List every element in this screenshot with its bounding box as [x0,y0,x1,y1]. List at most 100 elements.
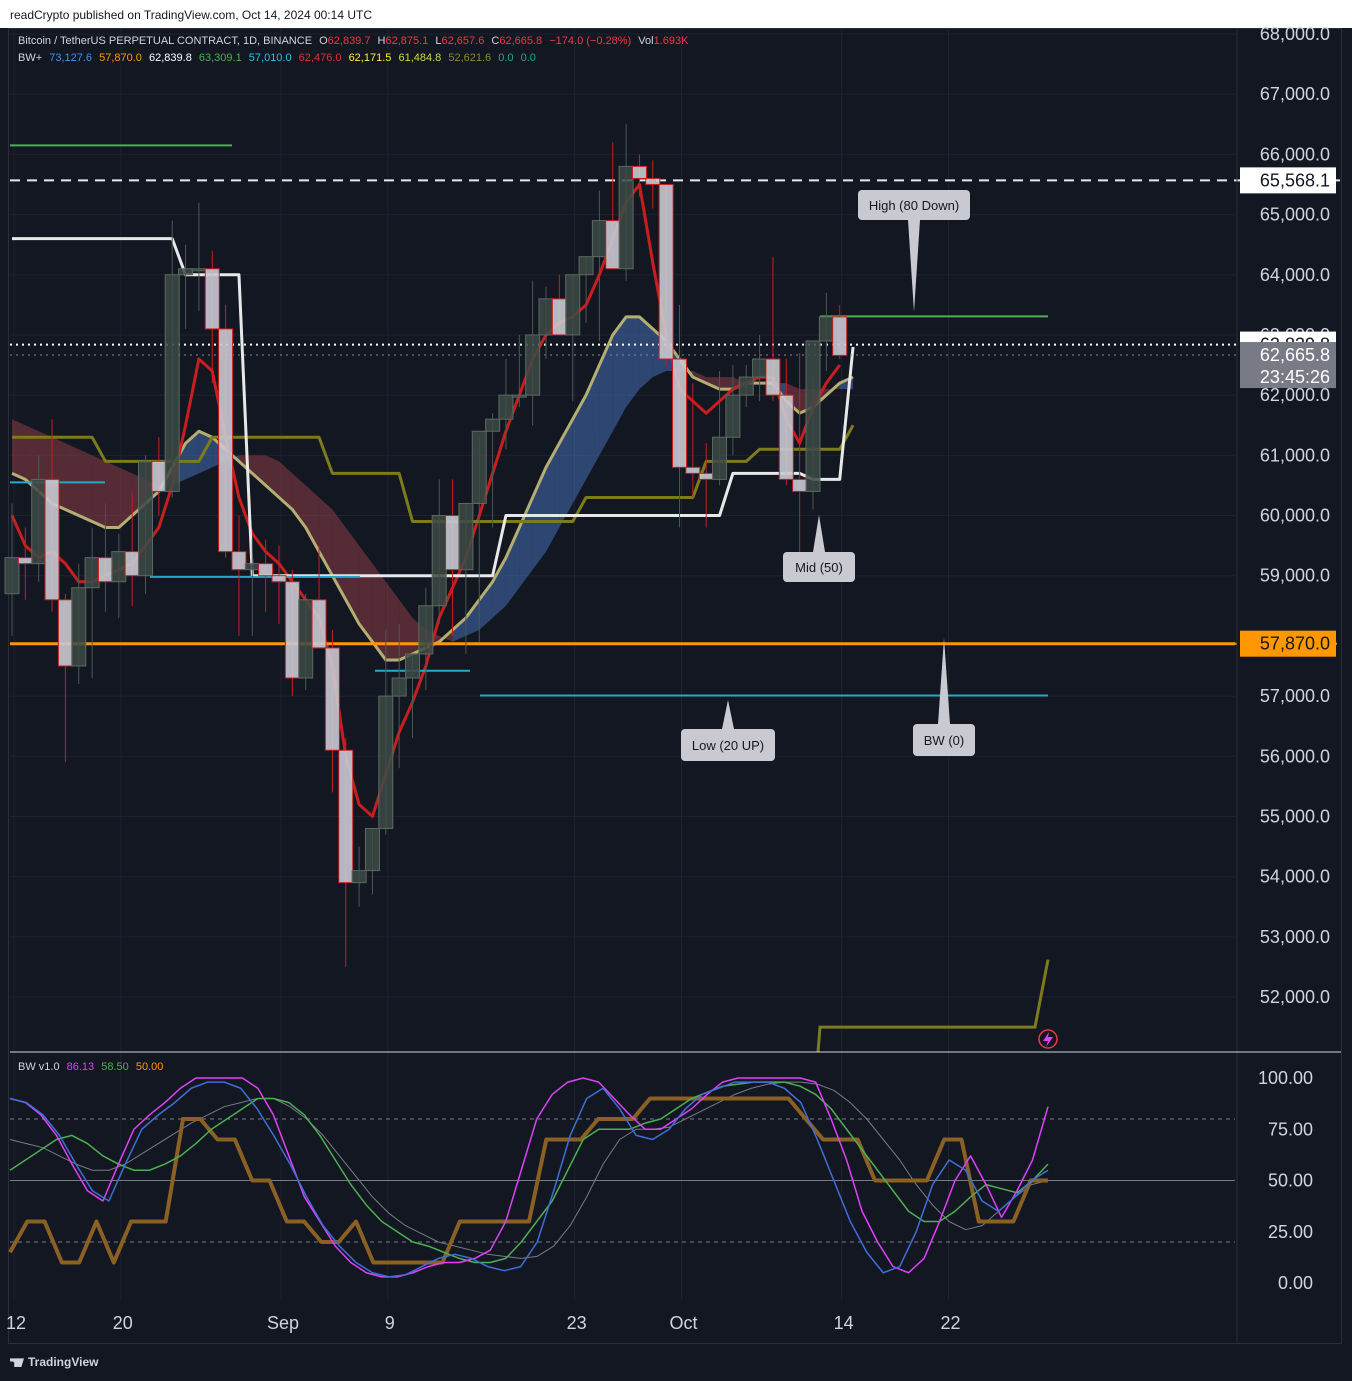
change-value: −174.0 (−0.28%) [549,35,632,47]
low-callout: Low (20 UP) [681,700,775,761]
ribbon-segment [92,455,106,528]
candle-up [591,220,607,258]
ribbon-segment [385,581,400,660]
candle-up [405,653,420,679]
callout-pointer [908,220,920,312]
candle-down [645,177,661,185]
ribbon-segment [78,449,93,522]
osc-y-tick-label: 75.00 [1268,1119,1313,1139]
candle-up [578,256,594,276]
candle-up [191,268,207,272]
bw-callout: BW (0) [913,638,975,756]
candle-up [618,165,634,270]
low-value: 62,657.6 [441,35,485,47]
bw-legend: BW+ 73,127.6 57,870.0 62,839.8 63,309.1 … [18,52,540,64]
bw-label: BW+ [18,52,43,64]
candle-up [84,557,100,589]
y-tick-label: 53,000.0 [1260,927,1330,947]
candle-up [525,334,541,396]
volume-value: 1.693K [653,35,689,47]
osc-y-tick-label: 0.00 [1278,1273,1313,1293]
y-tick-label: 56,000.0 [1260,746,1330,766]
lower-olive-line [816,959,1050,1053]
x-tick-label: 9 [385,1313,395,1333]
high-label: H [377,35,386,47]
x-tick-label: Oct [669,1313,697,1333]
bw-value: 63,309.1 [198,52,242,64]
candle-down [551,298,567,336]
osc-pink-line [9,1077,1049,1278]
tradingview-logo-icon [10,1358,24,1368]
annotations: High (80 Down) Mid (50) Low (20 UP) BW (0) [681,190,1058,1049]
candle-up [511,394,527,398]
candle-down [124,551,140,577]
x-tick-label: 12 [6,1313,26,1333]
tradingview-brand: TradingView [28,1355,99,1369]
tradingview-logo[interactable]: TradingView [10,1355,98,1369]
callout-text: Low (20 UP) [692,738,764,753]
candle-up [71,587,87,667]
y-tick-label: 62,000.0 [1260,385,1330,405]
ribbon-segment [626,316,640,408]
y-tick-label: 67,000.0 [1260,84,1330,104]
candle-up [818,316,834,342]
y-tick-label: 57,000.0 [1260,686,1330,706]
candle-down [765,358,781,396]
ribbon-segment [719,377,733,390]
low-label: L [435,35,442,47]
oscillator-legend: BW v1.0 86.13 58.50 50.00 [18,1061,167,1073]
osc-y-tick-label: 25.00 [1268,1222,1313,1242]
high-value: 62,875.1 [385,35,429,47]
bw-value: 0.0 [498,52,514,64]
y-tick-label: 61,000.0 [1260,445,1330,465]
candle-up [31,478,47,565]
y-tick-label: 65,000.0 [1260,205,1330,225]
candle-down [338,749,354,884]
bw-badge-text: 57,870.0 [1260,634,1330,654]
candle-up [752,358,768,378]
lightning-bolt [1043,1032,1053,1047]
y-tick-label: 66,000.0 [1260,144,1330,164]
x-tick-label: Sep [267,1313,299,1333]
callout-text: High (80 Down) [869,198,959,213]
candle-down [284,581,300,679]
close-price-text: 62,665.8 [1260,345,1330,365]
candle-down [44,478,60,601]
candle-down [151,460,167,492]
candle-up [4,557,20,595]
bw-value: 62,171.5 [348,52,392,64]
candle-up [391,677,407,697]
footer [0,1346,1352,1381]
x-tick-label: 22 [940,1313,960,1333]
ribbon-segment [105,461,119,528]
candle-up [418,605,434,655]
candle-up [498,394,514,420]
ribbon-segment [559,419,573,528]
candle-down [832,316,848,356]
candle-down [792,478,808,492]
candle-down [311,599,327,649]
oscillator-pane: 100.00 75.00 50.00 25.00 0.00 [8,1068,1313,1293]
ribbon-segment [465,599,480,636]
candle-up [738,376,754,396]
callout-text: Mid (50) [795,560,843,575]
main-chart[interactable]: High (80 Down)Mid (50)Low (20 UP) BW (0) … [0,0,1352,1381]
open-value: 62,839.7 [327,35,371,47]
candle-down [672,358,687,468]
mid-callout: Mid (50) [783,515,855,582]
candle-up [351,870,367,884]
bw-value: 73,127.6 [49,52,93,64]
candle-up [244,563,260,571]
candle-up [458,502,474,571]
candle-up [471,430,487,504]
bw-value: 62,476.0 [298,52,342,64]
osc-value: 50.00 [135,1061,164,1073]
ribbon-segment [399,599,413,660]
candle-down [97,557,113,583]
close-value: 62,665.8 [499,35,543,47]
candle-up [178,268,194,276]
candle-down [698,472,714,480]
candle-up [431,515,447,607]
candle-down [271,575,287,583]
volume-label: Vol [638,35,654,47]
